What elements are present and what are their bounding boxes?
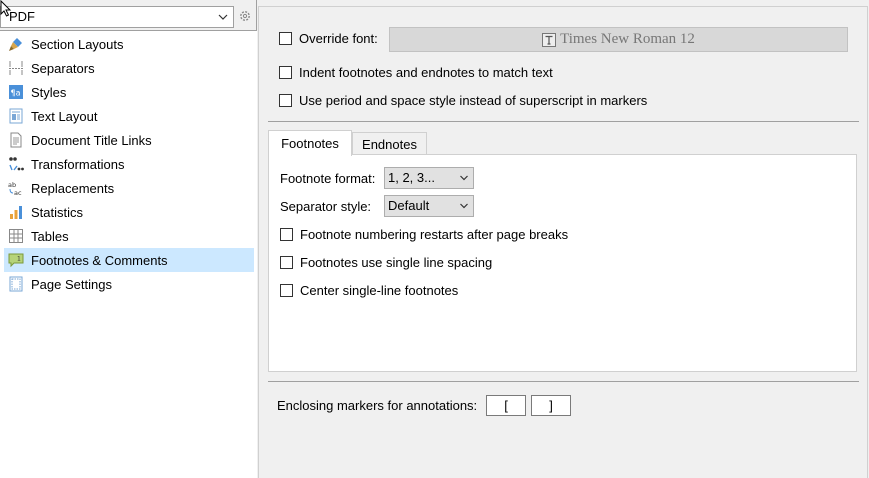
sidebar-item-tables[interactable]: Tables [4,224,254,248]
section-list: Section Layouts Separators ¶a Styles Tex… [0,30,257,478]
footnotes-tab-panel: Footnote format: 1, 2, 3... Separator st… [268,154,857,372]
center-footnotes-label: Center single-line footnotes [300,283,459,298]
sidebar-item-label: Page Settings [31,276,112,292]
sidebar-item-label: Document Title Links [31,132,152,148]
footnote-format-select[interactable]: 1, 2, 3... [384,167,474,189]
sidebar-item-section-layouts[interactable]: Section Layouts [4,32,254,56]
sidebar-item-separators[interactable]: Separators [4,56,254,80]
sidebar-item-page-settings[interactable]: Page Settings [4,272,254,296]
annotation-markers-label: Enclosing markers for annotations: [277,398,478,413]
font-value: Times New Roman 12 [560,31,695,47]
sidebar-item-label: Section Layouts [31,36,124,52]
mouse-cursor-icon [0,0,12,17]
left-pane: PDF Section Layouts Separators ¶a Styles… [0,0,257,478]
font-icon [542,32,557,47]
separator-style-label: Separator style: [280,199,372,214]
chevron-down-icon [460,175,468,181]
sidebar-item-label: Styles [31,84,67,100]
divider [268,121,859,122]
sidebar-item-replacements[interactable]: ab ac Replacements [4,176,254,200]
sidebar-item-label: Separators [31,60,95,76]
indent-checkbox[interactable] [279,66,292,79]
sidebar-item-label: Replacements [31,180,115,196]
gear-icon[interactable] [238,9,252,23]
table-icon [9,229,23,243]
period-style-label: Use period and space style instead of su… [299,93,648,108]
tab-footnotes[interactable]: Footnotes [268,130,352,156]
override-font-checkbox[interactable] [279,32,292,45]
svg-text:ab: ab [8,181,16,189]
sidebar-item-label: Footnotes & Comments [31,252,168,268]
chevron-down-icon [218,14,228,20]
format-select[interactable]: PDF [0,6,234,28]
sidebar-item-label: Transformations [31,156,125,172]
indent-option: Indent footnotes and endnotes to match t… [279,65,553,80]
center-footnotes-option: Center single-line footnotes [280,283,458,298]
sidebar-item-statistics[interactable]: Statistics [4,200,254,224]
override-font-option: Override font: [279,31,378,46]
tab-endnotes[interactable]: Endnotes [352,132,427,156]
footnote-format-value: 1, 2, 3... [388,170,435,185]
sidebar-item-footnotes-comments[interactable]: 1 Footnotes & Comments [4,248,254,272]
center-footnotes-checkbox[interactable] [280,284,293,297]
page-settings-icon [9,276,23,292]
statistics-icon [10,206,22,219]
svg-text:¶a: ¶a [11,89,21,98]
divider [268,381,859,382]
separator-icon [9,61,23,75]
period-style-checkbox[interactable] [279,94,292,107]
settings-pane: Override font: Times New Roman 12 Indent… [258,6,868,478]
tab-label: Footnotes [281,136,339,151]
svg-text:1: 1 [17,256,21,263]
single-spacing-label: Footnotes use single line spacing [300,255,493,270]
sidebar-item-label: Tables [31,228,69,244]
sidebar-item-label: Statistics [31,204,84,220]
restart-numbering-label: Footnote numbering restarts after page b… [300,227,569,242]
sidebar-item-label: Text Layout [31,108,98,124]
separator-style-value: Default [388,198,430,213]
chevron-down-icon [460,203,468,209]
tab-label: Endnotes [362,137,417,152]
sidebar-item-text-layout[interactable]: Text Layout [4,104,254,128]
restart-numbering-option: Footnote numbering restarts after page b… [280,227,568,242]
sidebar-item-transformations[interactable]: Transformations [4,152,254,176]
font-picker-button[interactable]: Times New Roman 12 [389,27,848,52]
footnote-format-label: Footnote format: [280,171,376,186]
restart-numbering-checkbox[interactable] [280,228,293,241]
text-layout-icon [9,108,23,124]
svg-text:ac: ac [14,189,22,196]
document-icon [10,132,22,148]
sidebar-item-styles[interactable]: ¶a Styles [4,80,254,104]
replacements-icon: ab ac [8,181,22,196]
brush-icon [9,38,22,51]
open-marker-input[interactable]: [ [486,395,526,416]
single-spacing-option: Footnotes use single line spacing [280,255,492,270]
override-font-label: Override font: [299,31,378,46]
close-marker-input[interactable]: ] [531,395,571,416]
transformations-icon [9,157,24,171]
indent-label: Indent footnotes and endnotes to match t… [299,65,553,80]
sidebar-item-document-title-links[interactable]: Document Title Links [4,128,254,152]
separator-style-select[interactable]: Default [384,195,474,217]
footnote-icon: 1 [8,253,24,268]
single-spacing-checkbox[interactable] [280,256,293,269]
styles-icon: ¶a [9,85,23,99]
period-style-option: Use period and space style instead of su… [279,93,647,108]
